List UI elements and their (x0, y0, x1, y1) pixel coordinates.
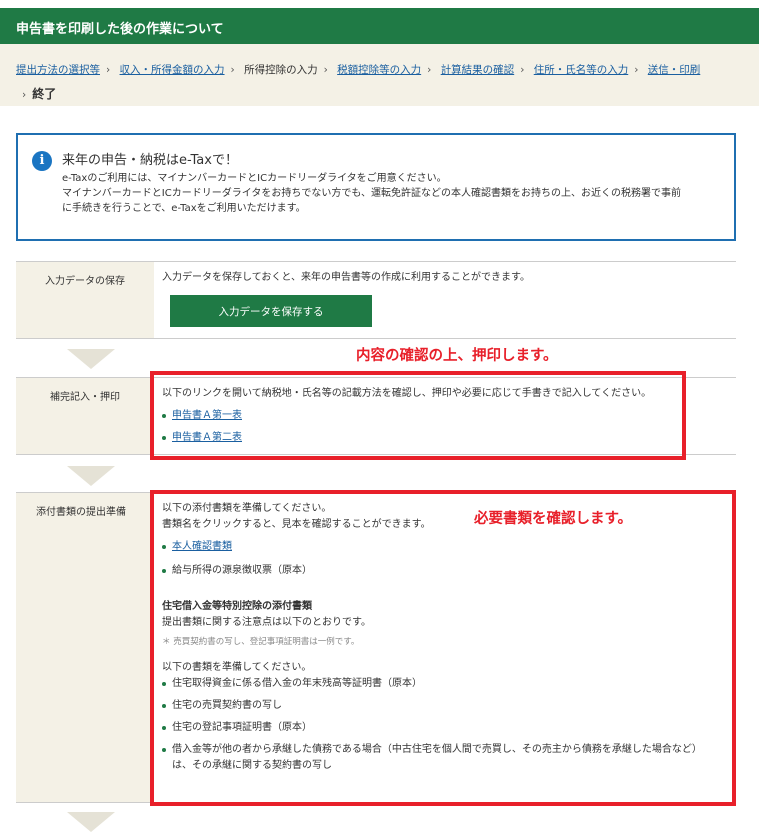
row-body-save: 入力データを保存しておくと、来年の申告書等の作成に利用することができます。 入力… (162, 270, 736, 327)
stamp-annotation: 内容の確認の上、押印します。 (356, 348, 558, 364)
chevron-right-icon: › (427, 64, 432, 76)
page-header: 申告書を印刷した後の作業について (0, 8, 759, 44)
breadcrumb-item-income[interactable]: 収入・所得金額の入力 (120, 64, 225, 76)
breadcrumb-item-address[interactable]: 住所・氏名等の入力 (534, 64, 629, 76)
save-data-row: 入力データの保存 入力データを保存しておくと、来年の申告書等の作成に利用すること… (16, 261, 736, 339)
save-data-button[interactable]: 入力データを保存する (170, 295, 372, 327)
attachments-highlight-box (150, 490, 736, 806)
info-body: e-Taxのご利用には、マイナンバーカードとICカードリーダライタをご用意くださ… (62, 171, 722, 216)
chevron-right-icon: › (520, 64, 525, 76)
row-label-save: 入力データの保存 (16, 262, 154, 338)
chevron-right-icon: › (106, 64, 111, 76)
row-label-stamp: 補完記入・押印 (16, 378, 154, 454)
breadcrumb-item-send-print[interactable]: 送信・印刷 (648, 64, 701, 76)
breadcrumb-item-final: 終了 (32, 87, 57, 101)
breadcrumb-item-tax-credit[interactable]: 税額控除等の入力 (337, 64, 421, 76)
step-arrow-icon (67, 466, 115, 486)
chevron-right-icon: › (230, 64, 235, 76)
step-arrow-icon (67, 812, 115, 832)
info-icon: i (32, 151, 52, 171)
breadcrumb-item-method[interactable]: 提出方法の選択等 (16, 64, 100, 76)
info-line: e-Taxのご利用には、マイナンバーカードとICカードリーダライタをご用意くださ… (62, 173, 447, 184)
chevron-right-icon: › (22, 89, 27, 101)
step-arrow-icon (67, 349, 115, 369)
save-description: 入力データを保存しておくと、来年の申告書等の作成に利用することができます。 (162, 272, 530, 283)
row-label-attachments: 添付書類の提出準備 (16, 493, 154, 802)
breadcrumb: 提出方法の選択等 › 収入・所得金額の入力 › 所得控除の入力 › 税額控除等の入力 ›… (0, 44, 759, 106)
info-line: に手続きを行うことで、e-Taxをご利用いただけます。 (62, 203, 306, 214)
breadcrumb-item-result[interactable]: 計算結果の確認 (441, 64, 515, 76)
attachments-annotation: 必要書類を確認します。 (474, 511, 633, 527)
page-title: 申告書を印刷した後の作業について (16, 22, 224, 37)
breadcrumb-item-deduction: 所得控除の入力 (244, 64, 318, 76)
stamp-highlight-box (150, 371, 686, 460)
chevron-right-icon: › (634, 64, 639, 76)
etax-info-box: i 来年の申告・納税はe-Taxで！ e-Taxのご利用には、マイナンバーカード… (16, 133, 736, 241)
info-title: 来年の申告・納税はe-Taxで！ (62, 153, 238, 168)
info-line: マイナンバーカードとICカードリーダライタをお持ちでない方でも、運転免許証などの… (62, 188, 682, 199)
chevron-right-icon: › (323, 64, 328, 76)
